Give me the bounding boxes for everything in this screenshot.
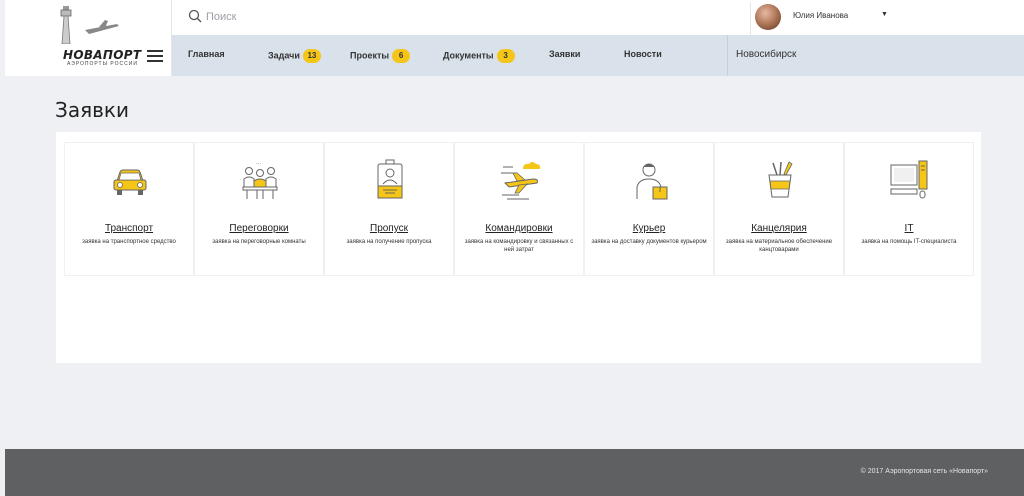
meeting-icon: ... bbox=[242, 160, 278, 199]
card-pass[interactable]: Пропуск заявка на получение пропуска bbox=[324, 142, 454, 276]
nav-item-news[interactable]: Новости bbox=[624, 49, 662, 59]
car-icon bbox=[113, 169, 147, 195]
nav-label: Заявки bbox=[549, 49, 581, 59]
nav-item-projects[interactable]: Проекты 6 bbox=[350, 49, 411, 63]
airport-tower-icon bbox=[60, 6, 119, 44]
count-badge: 13 bbox=[302, 49, 321, 63]
logo[interactable]: НОВАПОРТ АЭРОПОРТЫ РОССИИ bbox=[5, 0, 172, 76]
card-business-trips[interactable]: Командировки заявка на командировку и св… bbox=[454, 142, 584, 276]
computer-icon bbox=[890, 160, 928, 199]
footer: © 2017 Аэропортовая сеть «Новапорт» bbox=[5, 449, 1024, 496]
card-courier[interactable]: Курьер заявка на доставку документов кур… bbox=[584, 142, 714, 276]
main-nav: Главная Задачи 13 Проекты 6 Документы 3 Зая… bbox=[172, 35, 1024, 76]
nav-item-tasks[interactable]: Задачи 13 bbox=[268, 49, 321, 63]
card-description: заявка на транспортное средство bbox=[82, 239, 176, 245]
nav-label: Задачи bbox=[268, 50, 300, 61]
card-description: заявка на доставку документов курьером bbox=[591, 239, 707, 245]
count-badge: 3 bbox=[496, 49, 515, 63]
city-selector[interactable]: Новосибирск bbox=[727, 35, 1024, 76]
card-title: Пропуск bbox=[370, 223, 408, 234]
card-description: заявка на получение пропуска bbox=[346, 239, 432, 245]
page-title: Заявки bbox=[55, 98, 129, 122]
card-transport[interactable]: Транспорт заявка на транспортное средств… bbox=[64, 142, 194, 276]
card-title: IT bbox=[904, 223, 914, 234]
card-stationery[interactable]: Канцелярия заявка на материальное обеспе… bbox=[714, 142, 844, 276]
card-title: Курьер bbox=[632, 223, 666, 234]
card-it[interactable]: IT заявка на помощь IT-специалиста bbox=[844, 142, 974, 276]
card-title: Канцелярия bbox=[751, 223, 807, 234]
nav-item-documents[interactable]: Документы 3 bbox=[443, 49, 515, 63]
badge-icon bbox=[377, 159, 403, 199]
search-icon[interactable] bbox=[188, 9, 202, 23]
caret-down-icon[interactable]: ▼ bbox=[881, 11, 888, 18]
copyright: © 2017 Аэропортовая сеть «Новапорт» bbox=[860, 468, 988, 475]
logo-tagline: АЭРОПОРТЫ РОССИИ bbox=[67, 61, 138, 67]
nav-label: Проекты bbox=[350, 50, 390, 61]
card-title: Переговорки bbox=[229, 223, 289, 234]
airplane-icon bbox=[501, 162, 541, 200]
card-title: Транспорт bbox=[104, 223, 154, 234]
avatar[interactable] bbox=[755, 4, 781, 30]
user-name: Юлия Иванова bbox=[793, 11, 849, 20]
user-menu[interactable]: Юлия Иванова ▼ bbox=[750, 2, 1024, 35]
nav-label: Документы bbox=[443, 50, 494, 61]
courier-icon bbox=[636, 163, 668, 200]
requests-panel: Транспорт заявка на транспортное средств… bbox=[56, 132, 981, 363]
card-meeting-rooms[interactable]: ... Переговорки заявка на переговорные к… bbox=[194, 142, 324, 276]
nav-item-home[interactable]: Главная bbox=[188, 49, 225, 59]
nav-label: Новости bbox=[624, 49, 662, 59]
card-description: заявка на материальное обеспечение канцт… bbox=[725, 239, 833, 253]
logo-name: НОВАПОРТ bbox=[63, 48, 142, 62]
card-description: заявка на помощь IT-специалиста bbox=[861, 239, 957, 245]
search-input[interactable] bbox=[206, 7, 506, 27]
svg-text:...: ... bbox=[256, 160, 261, 166]
nav-label: Главная bbox=[188, 49, 225, 59]
card-description: заявка на командировку и связанных с ней… bbox=[464, 239, 574, 253]
city-label: Новосибирск bbox=[736, 49, 797, 60]
menu-burger-icon[interactable] bbox=[147, 50, 163, 62]
top-bar: Юлия Иванова ▼ bbox=[172, 0, 1024, 35]
card-description: заявка на переговорные комнаты bbox=[212, 239, 306, 245]
nav-item-requests[interactable]: Заявки bbox=[549, 49, 580, 59]
count-badge: 6 bbox=[392, 49, 411, 63]
card-title: Командировки bbox=[485, 223, 553, 234]
stationery-icon bbox=[768, 161, 793, 198]
